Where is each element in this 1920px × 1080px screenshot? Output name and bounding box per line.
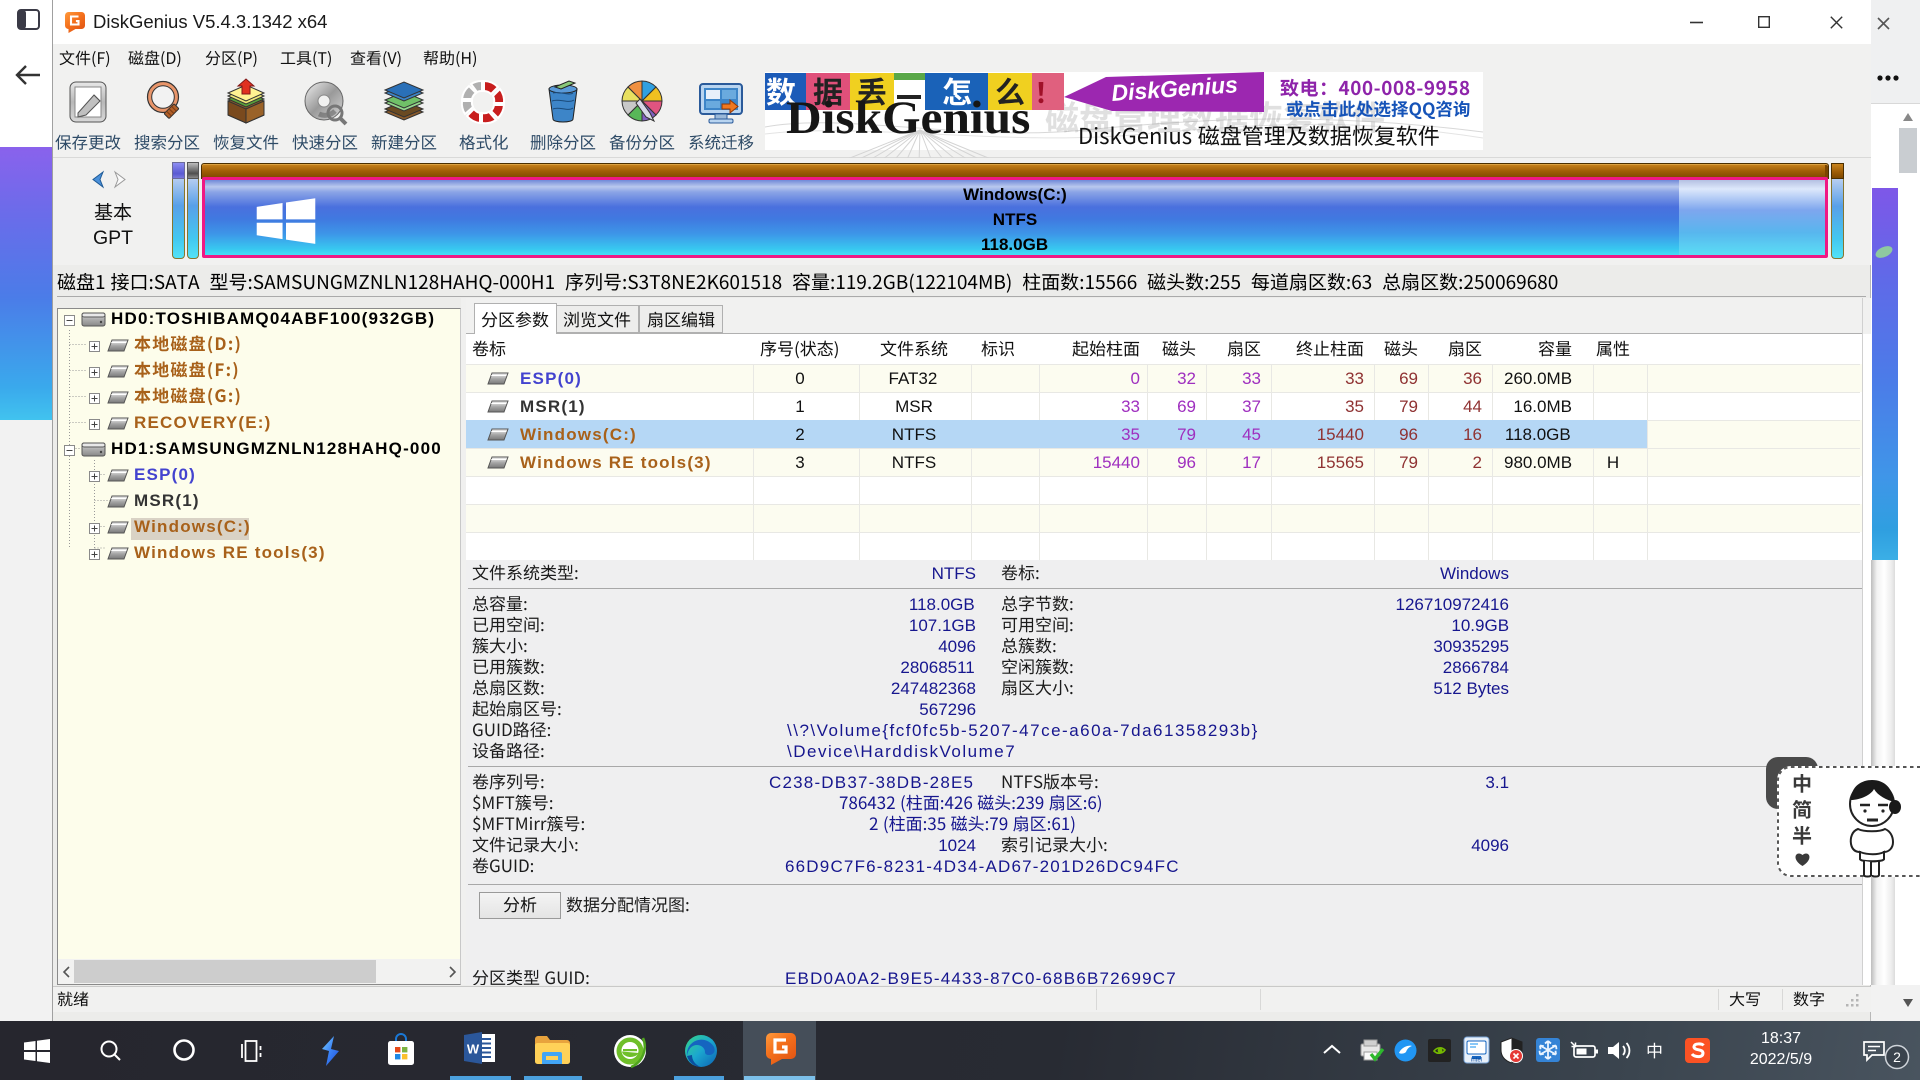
svg-text:W: W: [467, 1042, 480, 1057]
svg-text:2: 2: [1893, 1049, 1901, 1065]
svg-text:intel: intel: [1471, 1058, 1482, 1064]
